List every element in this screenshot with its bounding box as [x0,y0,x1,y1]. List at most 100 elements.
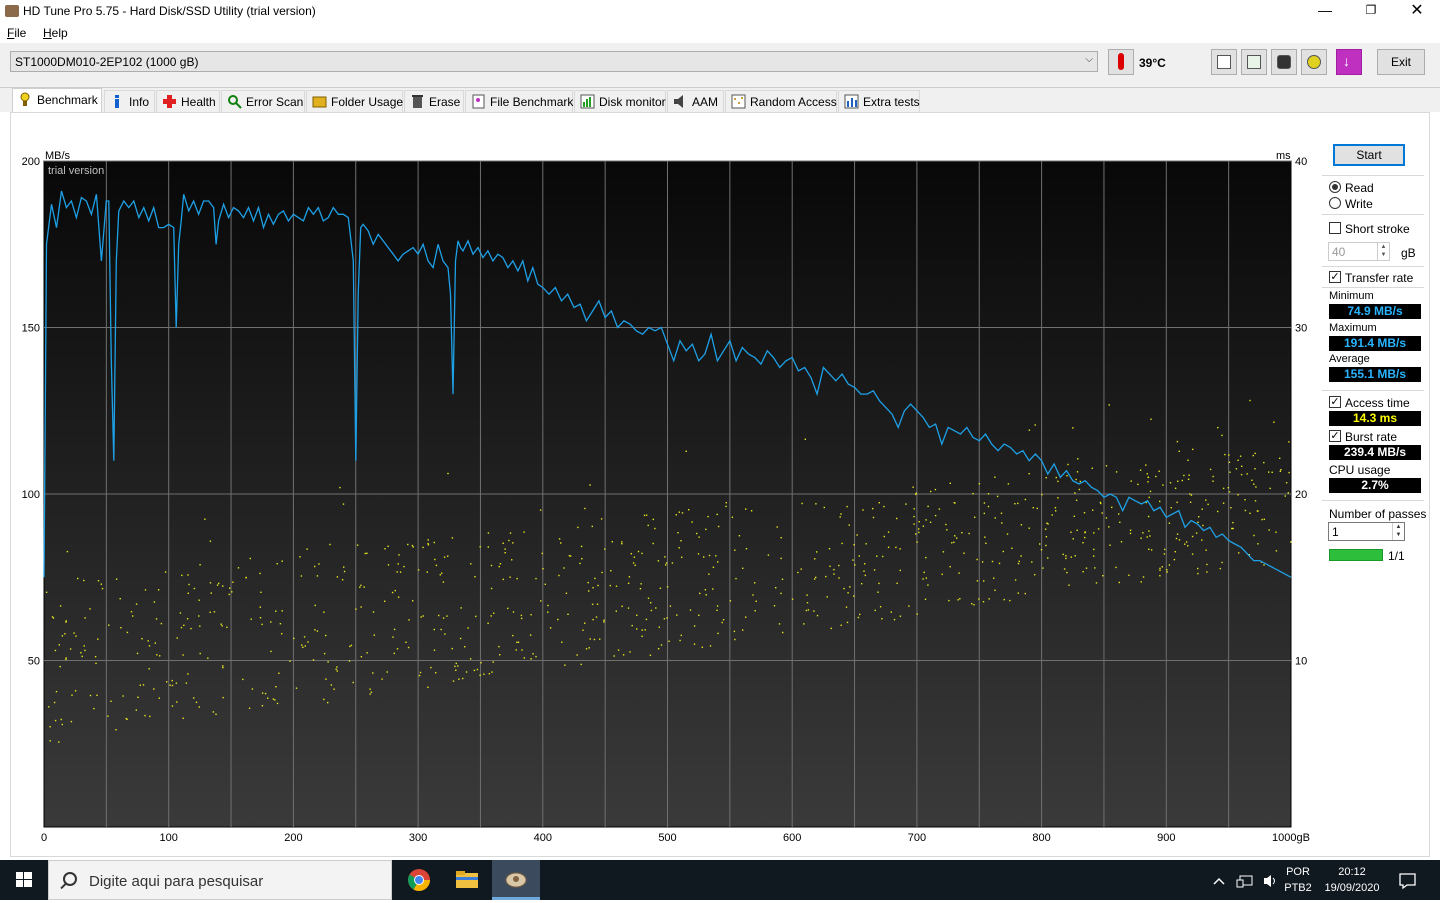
temperature-button[interactable] [1108,49,1134,75]
options-icon [1307,55,1321,69]
write-label: Write [1345,197,1373,211]
tab-label: Disk monitor [599,95,666,109]
file-benchmark-icon [471,94,486,109]
tab-label: Folder Usage [331,95,404,109]
close-button[interactable]: ✕ [1394,0,1440,23]
search-icon [63,872,77,886]
tab-label: Info [129,95,150,109]
tab-disk-monitor[interactable]: Disk monitor [574,90,666,112]
language-indicator[interactable]: POR [1283,866,1313,878]
notification-icon[interactable] [1398,872,1418,890]
minimize-button[interactable]: — [1302,0,1348,23]
cpu-usage-label: CPU usage [1329,463,1391,477]
thermometer-icon [1118,53,1124,70]
separator [1322,214,1424,215]
tab-label: Random Access [750,95,837,109]
menu-bar: File Help [0,23,1440,43]
read-radio[interactable] [1329,181,1341,193]
burst-rate-checkbox[interactable]: ✓ [1329,430,1341,442]
taskbar-hdtune[interactable] [492,860,540,900]
start-button[interactable]: Start [1333,144,1405,166]
tab-erase[interactable]: Erase [404,90,464,112]
average-value: 155.1 MB/s [1329,367,1421,382]
access-time-value: 14.3 ms [1329,411,1421,426]
erase-icon [410,94,425,109]
tab-aam[interactable]: AAM [667,90,724,112]
benchmark-panel [10,112,1430,857]
taskbar-chrome[interactable] [395,860,443,900]
benchmark-icon [18,92,33,107]
clock-date[interactable]: 19/09/2020 [1320,882,1384,894]
copy-info-button[interactable] [1241,49,1267,75]
keyboard-layout-indicator[interactable]: PTB2 [1283,882,1313,894]
search-placeholder: Digite aqui para pesquisar [89,873,264,890]
passes-label: Number of passes [1329,507,1427,521]
read-label: Read [1345,181,1374,195]
taskbar-file-explorer[interactable] [443,860,491,900]
access-time-checkbox[interactable]: ✓ [1329,396,1341,408]
minimum-label: Minimum [1329,290,1374,302]
taskbar-search[interactable]: Digite aqui para pesquisar [48,860,392,900]
burst-rate-value: 239.4 MB/s [1329,445,1421,460]
write-radio[interactable] [1329,197,1341,209]
transfer-rate-label: Transfer rate [1345,271,1414,285]
tab-health[interactable]: Health [156,90,220,112]
minimum-value: 74.9 MB/s [1329,304,1421,319]
maximum-label: Maximum [1329,322,1377,334]
temperature-value: 39°C [1139,56,1166,70]
burst-rate-label: Burst rate [1345,430,1398,444]
short-stroke-checkbox[interactable] [1329,222,1341,234]
taskbar: Digite aqui para pesquisar POR PTB2 20:1… [0,860,1440,900]
short-stroke-input[interactable]: 40 ▲ ▼ [1328,242,1390,261]
transfer-rate-checkbox[interactable]: ✓ [1329,271,1341,283]
short-stroke-value: 40 [1332,245,1346,259]
options-button[interactable] [1301,49,1327,75]
tab-label: Error Scan [246,95,304,109]
menu-file[interactable]: File [7,26,26,40]
access-time-label: Access time [1345,396,1410,410]
cpu-usage-value: 2.7% [1329,478,1421,493]
tab-file-benchmark[interactable]: File Benchmark [465,90,573,112]
file-explorer-icon [456,871,478,888]
tab-error-scan[interactable]: Error Scan [221,90,305,112]
menu-help[interactable]: Help [43,26,68,40]
exit-button[interactable]: Exit [1377,49,1425,75]
passes-spinner[interactable]: ▲ ▼ [1392,523,1404,540]
windows-start-button[interactable] [0,860,48,900]
save-button[interactable]: ↓ [1336,49,1362,75]
menu-help-hotkey: H [43,26,52,40]
progress-bar [1329,549,1383,561]
separator [1322,390,1424,391]
toolbar: ST1000DM010-2EP102 (1000 gB) ⌵ 39°C ↓ Ex… [0,43,1440,88]
tab-label: Health [181,95,216,109]
tab-label: Benchmark [37,93,98,107]
hdtune-app-icon [5,5,19,17]
tray-icons [1213,875,1275,888]
copy-info-icon [1247,55,1261,69]
title-bar: HD Tune Pro 5.75 - Hard Disk/SSD Utility… [0,0,1440,23]
hdtune-icon [505,872,527,888]
passes-input[interactable]: 1 ▲ ▼ [1328,522,1405,541]
maximize-button[interactable]: ❐ [1348,0,1394,23]
tab-extra-tests[interactable]: Extra tests [838,90,920,112]
tab-random-access[interactable]: Random Access [725,90,837,112]
extra-tests-icon [844,94,859,109]
drive-select[interactable]: ST1000DM010-2EP102 (1000 gB) ⌵ [10,51,1098,72]
short-stroke-spinner[interactable]: ▲ ▼ [1377,243,1389,260]
tab-folder-usage[interactable]: Folder Usage [306,90,403,112]
copy-text-button[interactable] [1211,49,1237,75]
aam-icon [673,94,688,109]
short-stroke-unit: gB [1401,246,1416,260]
average-label: Average [1329,353,1370,365]
separator [1322,175,1424,176]
disk-monitor-icon [580,94,595,109]
clock-time[interactable]: 20:12 [1320,866,1384,878]
error-scan-icon [227,94,242,109]
window-title: HD Tune Pro 5.75 - Hard Disk/SSD Utility… [23,4,316,18]
tab-benchmark[interactable]: Benchmark [12,88,102,113]
screenshot-button[interactable] [1271,49,1297,75]
random-access-icon [731,94,746,109]
drive-select-value: ST1000DM010-2EP102 (1000 gB) [15,55,199,69]
tab-info[interactable]: Info [104,90,155,112]
tab-label: Extra tests [863,95,920,109]
